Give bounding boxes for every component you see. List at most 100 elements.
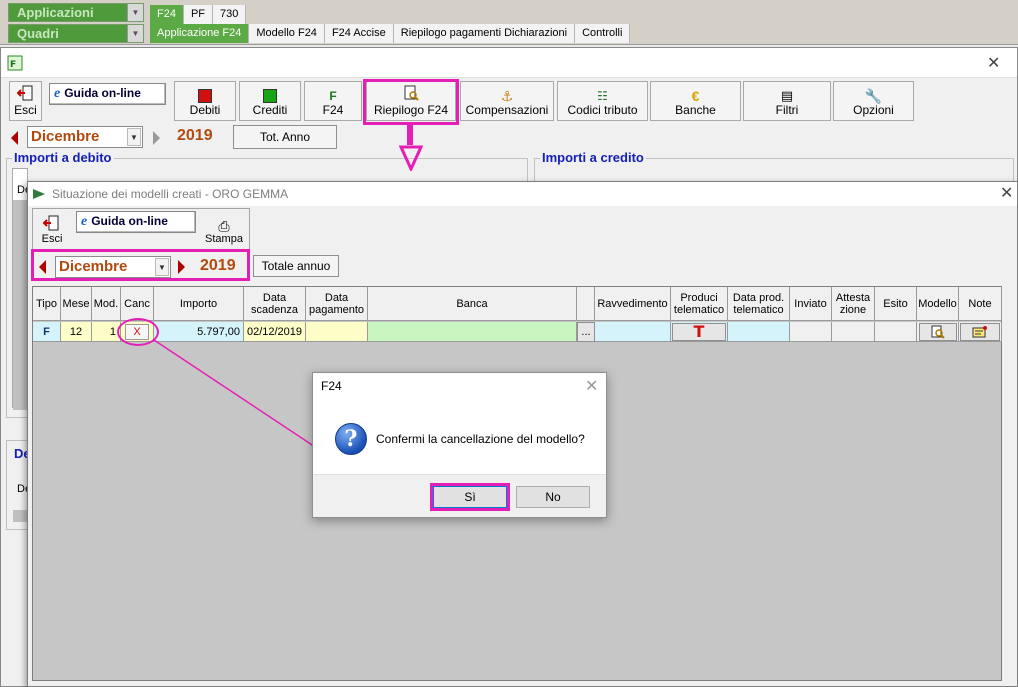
header-modello: Modello xyxy=(917,287,959,321)
arrow-left-icon xyxy=(11,131,18,145)
exit-door-icon xyxy=(10,85,41,101)
tab-controlli[interactable]: Controlli xyxy=(575,24,631,43)
header-attestazione: Attesta zione xyxy=(832,287,875,321)
totale-annuo-button[interactable]: Totale annuo xyxy=(253,255,339,277)
close-icon[interactable]: ✕ xyxy=(987,53,1000,73)
opzioni-label: Opzioni xyxy=(853,103,894,117)
row-modello-cell xyxy=(917,322,959,342)
row-banca[interactable] xyxy=(368,322,577,342)
row-data-pagamento[interactable] xyxy=(306,322,368,342)
tab-f24[interactable]: F24 xyxy=(150,5,184,24)
crediti-label: Crediti xyxy=(252,103,288,117)
row-mese: 12 xyxy=(61,322,92,342)
close-icon[interactable]: ✕ xyxy=(1000,182,1013,206)
header-text: Attesta xyxy=(835,291,871,304)
header-canc: Canc xyxy=(121,287,154,321)
tab-730[interactable]: 730 xyxy=(213,5,247,24)
list-filter-icon: ▤ xyxy=(780,88,794,103)
applicazioni-select[interactable]: Applicazioni ▼ xyxy=(8,3,144,22)
tab-riepilogo-dichiarazioni[interactable]: Riepilogo pagamenti Dichiarazioni xyxy=(393,24,576,43)
tab-applicazione-f24[interactable]: Applicazione F24 xyxy=(150,24,250,43)
header-text: zione xyxy=(839,303,867,316)
header-text: Data xyxy=(324,291,349,304)
header-mese: Mese xyxy=(61,287,92,321)
pointer-arrow-stem xyxy=(407,125,413,145)
opzioni-button[interactable]: 🔧 Opzioni xyxy=(833,81,914,121)
note-button[interactable] xyxy=(960,322,1000,341)
header-ravvedimento: Ravvedimento xyxy=(595,287,671,321)
row-produci-cell: T xyxy=(671,322,728,342)
wrench-icon: 🔧 xyxy=(864,88,883,104)
tab-f24-accise[interactable]: F24 Accise xyxy=(324,24,394,43)
f24-app-icon: F xyxy=(7,55,23,71)
view-modello-button[interactable] xyxy=(918,322,957,341)
section-importi-debito: Importi a debito xyxy=(12,150,114,165)
top-tabs: F24 PF 730 xyxy=(150,5,247,24)
chevron-down-icon: ▼ xyxy=(127,128,141,146)
header-importo: Importo xyxy=(154,287,244,321)
tab-pf[interactable]: PF xyxy=(183,5,214,24)
next-month-arrow[interactable] xyxy=(147,128,165,148)
row-inviato xyxy=(790,322,832,342)
highlight-riepilogo xyxy=(363,79,459,125)
banca-select-button[interactable]: ... xyxy=(577,322,595,342)
year-value: 2019 xyxy=(177,127,213,144)
confirm-dialog: F24 ✕ ? Confermi la cancellazione del mo… xyxy=(312,372,607,518)
header-esito: Esito xyxy=(875,287,917,321)
f24-label: F24 xyxy=(322,103,344,117)
pointer-arrow-head xyxy=(399,145,423,171)
stampa-button[interactable]: ⎙ Stampa xyxy=(202,212,246,248)
banche-button[interactable]: € Banche xyxy=(650,81,741,121)
esci-button[interactable]: Esci xyxy=(9,81,42,121)
guida-online-button[interactable]: e Guida on-line xyxy=(49,83,166,105)
f24-button[interactable]: F F24 xyxy=(304,81,362,121)
header-banca-btn xyxy=(577,287,595,321)
month-select-value: Dicembre xyxy=(31,128,100,145)
tab-modello-f24[interactable]: Modello F24 xyxy=(249,24,325,43)
main-title-bar: F ✕ xyxy=(1,48,1017,78)
close-icon[interactable]: ✕ xyxy=(585,376,598,396)
header-inviato: Inviato xyxy=(790,287,832,321)
header-data-pagamento: Data pagamento xyxy=(306,287,368,321)
tot-anno-button[interactable]: Tot. Anno xyxy=(233,125,337,149)
note-edit-icon xyxy=(972,325,987,337)
header-data-prod-telematico: Data prod. telematico xyxy=(728,287,790,321)
banche-label: Banche xyxy=(675,103,716,117)
quadri-select[interactable]: Quadri ▼ xyxy=(8,24,144,43)
coins-icon: ⚓ xyxy=(500,88,514,104)
popup-guida-label: Guida on-line xyxy=(91,214,168,228)
esci-label: Esci xyxy=(14,103,37,117)
header-text: Data prod. xyxy=(732,291,785,304)
header-text: pagamento xyxy=(308,303,365,316)
popup-guida-online-button[interactable]: e Guida on-line xyxy=(76,211,196,233)
row-esito xyxy=(875,322,917,342)
green-square-icon xyxy=(263,89,277,103)
no-button[interactable]: No xyxy=(516,486,590,508)
stampa-label: Stampa xyxy=(205,233,243,245)
lower-grid-edge xyxy=(13,510,27,522)
debiti-button[interactable]: Debiti xyxy=(174,81,236,121)
printer-icon: ⎙ xyxy=(218,218,230,234)
popup-title-bar: Situazione dei modelli creati - ORO GEMM… xyxy=(28,182,1017,206)
row-importo: 5.797,00 xyxy=(154,322,244,342)
month-select[interactable]: Dicembre ▼ xyxy=(27,126,143,148)
header-text: Data xyxy=(262,291,287,304)
crediti-button[interactable]: Crediti xyxy=(239,81,301,121)
codes-book-icon: ☷ xyxy=(597,89,608,103)
codici-tributo-button[interactable]: ☷ Codici tributo xyxy=(557,81,648,121)
dialog-message: Confermi la cancellazione del modello? xyxy=(376,432,585,446)
row-data-prod xyxy=(728,322,790,342)
header-tipo: Tipo xyxy=(33,287,61,321)
applicazioni-select-value: Applicazioni xyxy=(17,5,94,20)
compensazioni-button[interactable]: ⚓ Compensazioni xyxy=(460,81,554,121)
filtri-button[interactable]: ▤ Filtri xyxy=(743,81,831,121)
internet-explorer-icon: e xyxy=(81,214,88,229)
header-mod: Mod. xyxy=(92,287,121,321)
svg-text:F: F xyxy=(10,60,16,70)
highlight-month-year xyxy=(31,249,250,281)
row-note-cell xyxy=(959,322,1002,342)
produci-telematico-button[interactable]: T xyxy=(672,322,726,341)
dialog-title: F24 xyxy=(321,379,342,393)
prev-month-arrow[interactable] xyxy=(6,128,24,148)
popup-esci-button[interactable]: Esci xyxy=(35,212,69,248)
